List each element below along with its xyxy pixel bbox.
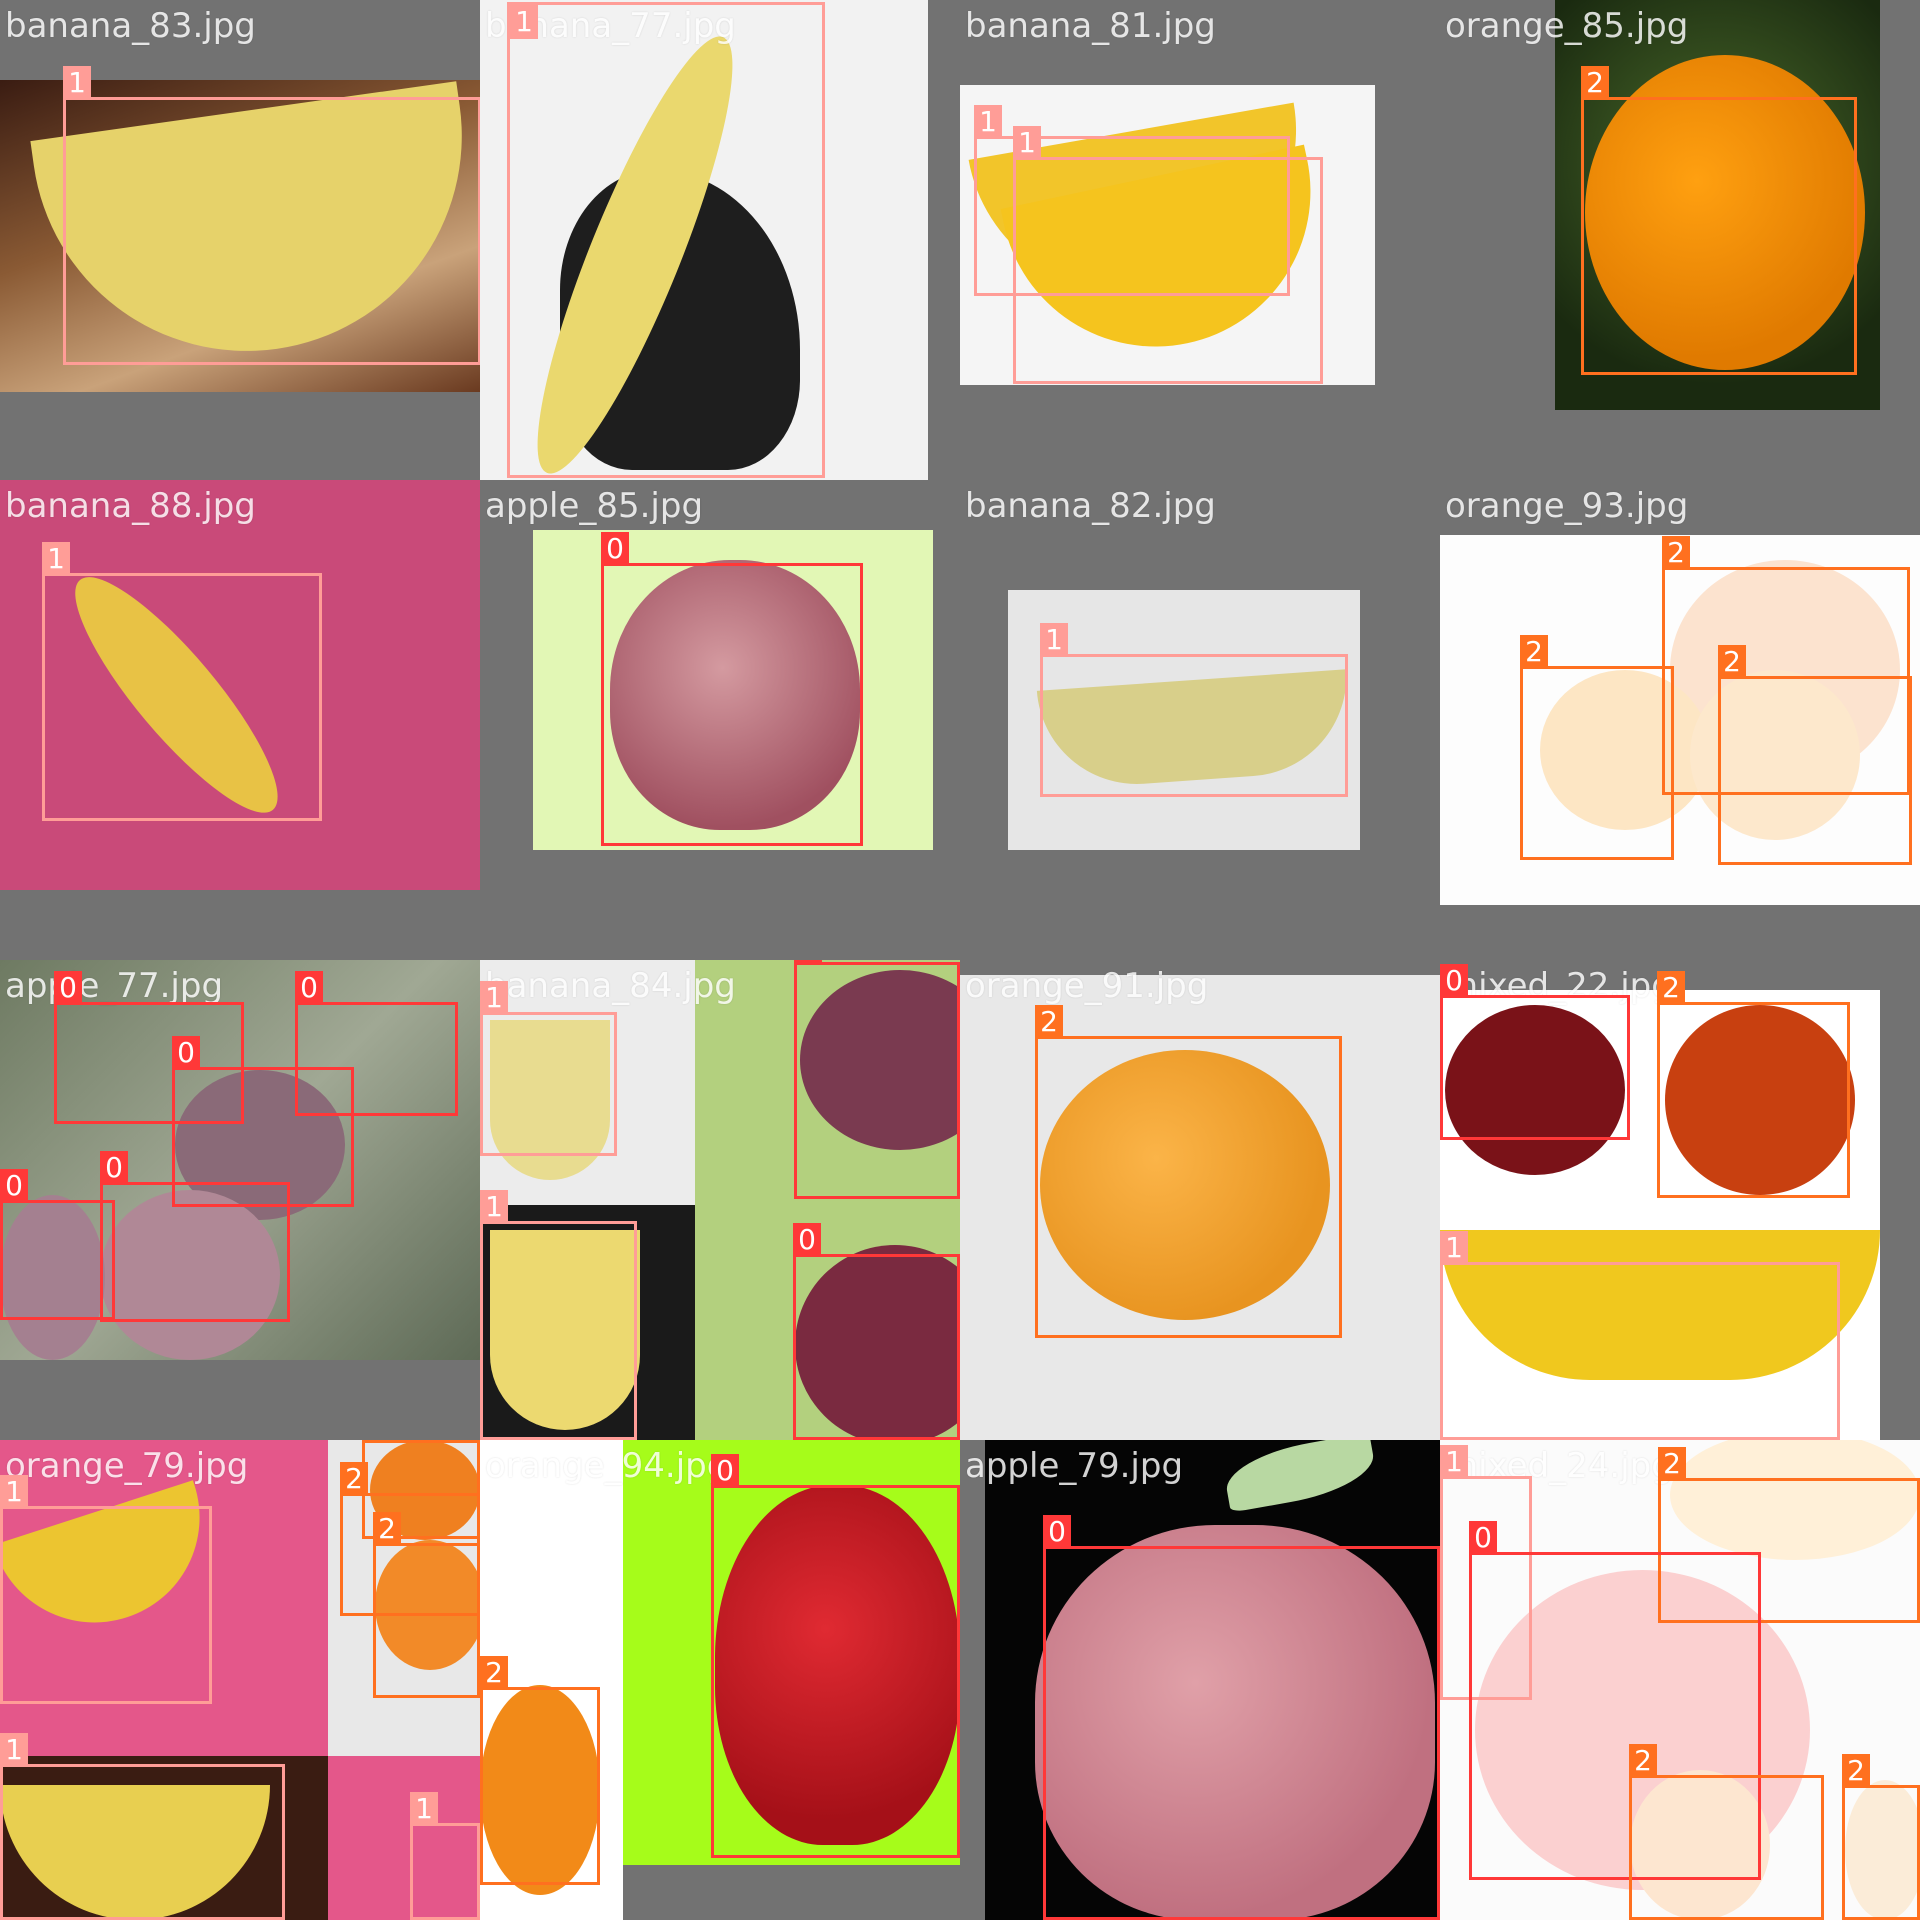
detection-box: 0 xyxy=(794,960,960,1199)
detection-box: 0 xyxy=(711,1454,960,1858)
detection-class-label: 0 xyxy=(711,1454,739,1488)
tile-padding xyxy=(928,0,960,480)
detection-box: 2 xyxy=(1035,1005,1342,1338)
mosaic-tile: mixed_24.jpg 1 2 0 2 2 xyxy=(1440,1440,1920,1920)
tile-caption: apple_85.jpg xyxy=(485,486,704,526)
detection-class-label: 2 xyxy=(1657,971,1685,1005)
detection-class-label: 1 xyxy=(0,1733,28,1767)
detection-box: 1 xyxy=(0,1475,212,1704)
mosaic-tile: banana_81.jpg 1 1 xyxy=(960,0,1440,480)
detection-box: 1 xyxy=(1440,1231,1840,1440)
detection-box: 0 xyxy=(100,1151,290,1322)
mosaic-tile: orange_79.jpg 1 2 2 2 1 1 xyxy=(0,1440,480,1920)
detection-class-label: 1 xyxy=(42,542,70,576)
detection-box: 1 xyxy=(0,1733,285,1920)
mosaic-tile: banana_83.jpg 1 xyxy=(0,0,480,480)
detection-box: 0 xyxy=(793,1223,960,1440)
detection-box: 2 xyxy=(373,1512,480,1698)
detection-class-label: 1 xyxy=(1440,1231,1468,1265)
tile-caption: orange_79.jpg xyxy=(5,1446,249,1486)
detection-class-label: 0 xyxy=(295,971,323,1005)
detection-box: 0 xyxy=(1440,964,1630,1140)
detection-box: 1 xyxy=(1040,623,1348,797)
detection-class-label: 0 xyxy=(1440,964,1468,998)
detection-class-label: 1 xyxy=(1040,623,1068,657)
detection-class-label: 1 xyxy=(1440,1445,1468,1479)
mosaic-tile: banana_88.jpg 1 xyxy=(0,480,480,960)
detection-box: 1 xyxy=(410,1792,480,1920)
detection-class-label: 1 xyxy=(480,981,508,1015)
detection-class-label: 1 xyxy=(974,105,1002,139)
detection-class-label: 2 xyxy=(362,1440,390,1443)
detection-box: 1 xyxy=(480,1190,637,1440)
detection-box: 1 xyxy=(507,2,825,478)
detection-class-label: 2 xyxy=(1629,1744,1657,1778)
detection-class-label: 2 xyxy=(1842,1754,1870,1788)
detection-box: 2 xyxy=(480,1656,600,1885)
detection-box: 0 xyxy=(601,532,863,846)
detection-box: 2 xyxy=(1657,971,1850,1198)
detection-class-label: 0 xyxy=(172,1036,200,1070)
mosaic-tile: orange_93.jpg 2 2 2 xyxy=(1440,480,1920,960)
detection-class-label: 1 xyxy=(0,1475,28,1509)
detection-class-label: 0 xyxy=(1469,1521,1497,1555)
detection-class-label: 1 xyxy=(480,1190,508,1224)
detection-class-label: 2 xyxy=(1658,1447,1686,1481)
detection-box: 1 xyxy=(1013,126,1323,384)
detection-class-label: 0 xyxy=(601,532,629,566)
detection-class-label: 0 xyxy=(794,960,822,965)
mosaic-tile: orange_91.jpg 2 xyxy=(960,960,1440,1440)
mosaic-tile: orange_94.jpg 0 2 xyxy=(480,1440,960,1920)
mosaic-tile: apple_79.jpg 0 xyxy=(960,1440,1440,1920)
detection-class-label: 0 xyxy=(793,1223,821,1257)
detection-class-label: 0 xyxy=(0,1169,28,1203)
detection-class-label: 0 xyxy=(54,971,82,1005)
detection-class-label: 1 xyxy=(410,1792,438,1826)
detection-box: 1 xyxy=(63,66,480,365)
detection-class-label: 2 xyxy=(1520,635,1548,669)
detection-box: 2 xyxy=(1718,645,1912,865)
detection-class-label: 1 xyxy=(510,5,538,39)
detection-class-label: 2 xyxy=(1662,536,1690,570)
tile-caption: orange_85.jpg xyxy=(1445,6,1689,46)
mosaic-tile: mixed_22.jpg 0 2 1 xyxy=(1440,960,1920,1440)
tile-caption: orange_94.jpg xyxy=(485,1446,729,1486)
tile-caption: banana_81.jpg xyxy=(965,6,1216,46)
detection-box: 0 xyxy=(0,1169,115,1320)
mosaic-tile: apple_85.jpg 0 xyxy=(480,480,960,960)
mosaic-grid: banana_83.jpg 1 banana_77.jpg 1 banana_8… xyxy=(0,0,1920,1920)
detection-box: 2 xyxy=(1629,1744,1824,1920)
detection-class-label: 2 xyxy=(1035,1005,1063,1039)
detection-box: 2 xyxy=(1581,66,1857,375)
detection-box: 1 xyxy=(42,542,322,821)
mosaic-tile: apple_77.jpg 0 0 0 0 0 xyxy=(0,960,480,1440)
tile-caption: banana_83.jpg xyxy=(5,6,256,46)
mosaic-tile: banana_82.jpg 1 xyxy=(960,480,1440,960)
detection-class-label: 2 xyxy=(480,1656,508,1690)
tile-caption: banana_84.jpg xyxy=(485,966,736,1006)
tile-caption: banana_82.jpg xyxy=(965,486,1216,526)
detection-class-label: 0 xyxy=(1043,1515,1071,1549)
tile-caption: orange_91.jpg xyxy=(965,966,1209,1006)
tile-caption: banana_88.jpg xyxy=(5,486,256,526)
detection-box: 1 xyxy=(480,981,617,1156)
detection-box: 2 xyxy=(1842,1754,1920,1920)
detection-box: 2 xyxy=(1520,635,1674,860)
detection-class-label: 0 xyxy=(100,1151,128,1185)
detection-box: 0 xyxy=(1043,1515,1440,1920)
tile-caption: apple_79.jpg xyxy=(965,1446,1184,1486)
detection-class-label: 1 xyxy=(63,66,91,100)
mosaic-tile: banana_84.jpg 1 1 0 0 xyxy=(480,960,960,1440)
detection-class-label: 1 xyxy=(1013,126,1041,160)
detection-class-label: 2 xyxy=(1718,645,1746,679)
mosaic-tile: banana_77.jpg 1 xyxy=(480,0,960,480)
detection-class-label: 2 xyxy=(1581,66,1609,100)
tile-caption: orange_93.jpg xyxy=(1445,486,1689,526)
mosaic-tile: orange_85.jpg 2 xyxy=(1440,0,1920,480)
detection-class-label: 2 xyxy=(373,1512,401,1546)
